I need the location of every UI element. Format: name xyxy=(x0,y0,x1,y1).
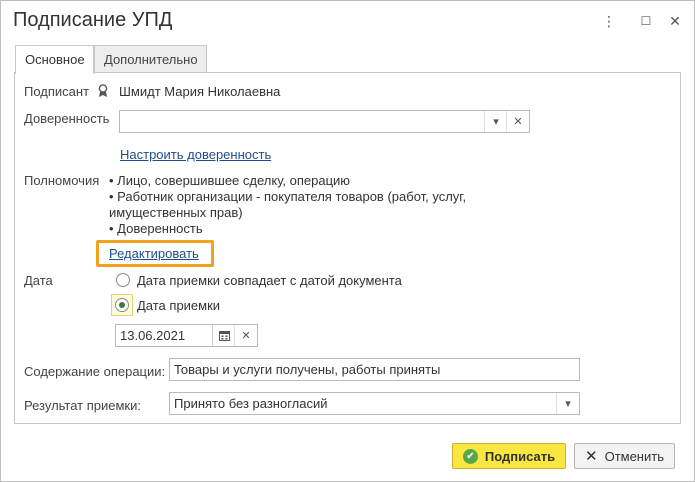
date-option-2-label[interactable]: Дата приемки xyxy=(137,298,220,313)
sign-button[interactable]: ✔ Подписать xyxy=(452,443,566,469)
powers-line: имущественных прав) xyxy=(109,205,243,220)
powers-line: • Лицо, совершившее сделку, операцию xyxy=(109,173,351,188)
date-value: 13.06.2021 xyxy=(120,328,186,343)
date-label: Дата xyxy=(24,273,53,288)
close-icon[interactable]: ✕ xyxy=(666,12,684,30)
dialog-title: Подписание УПД xyxy=(13,9,173,31)
close-icon: ✕ xyxy=(585,448,598,465)
poa-field[interactable]: ▾ ✕ xyxy=(119,110,530,133)
result-label: Результат приемки: xyxy=(24,398,141,413)
sign-button-label: Подписать xyxy=(484,448,556,464)
date-field[interactable]: 13.06.2021 ✕ xyxy=(115,324,258,347)
powers-label: Полномочия xyxy=(24,173,100,188)
configure-poa-link[interactable]: Настроить доверенность xyxy=(120,147,271,162)
check-icon: ✔ xyxy=(462,448,478,464)
poa-label: Доверенность xyxy=(24,111,110,126)
chevron-down-icon[interactable]: ▾ xyxy=(484,111,507,132)
cancel-button[interactable]: ✕ Отменить xyxy=(574,443,675,469)
signer-label: Подписант xyxy=(24,84,90,99)
maximize-icon[interactable]: ☐ xyxy=(637,12,655,30)
person-stamp-icon xyxy=(98,84,108,97)
result-value: Принято без разногласий xyxy=(174,396,328,411)
powers-line: • Работник организации - покупателя това… xyxy=(109,189,467,204)
edit-powers-link[interactable]: Редактировать xyxy=(109,246,199,261)
date-option-1-label[interactable]: Дата приемки совпадает с датой документа xyxy=(137,273,402,288)
calendar-icon[interactable] xyxy=(212,325,235,346)
signer-value: Шмидт Мария Николаевна xyxy=(119,84,281,99)
date-option-2-radio[interactable] xyxy=(115,298,129,312)
chevron-down-icon[interactable]: ▾ xyxy=(556,393,579,414)
tab-additional[interactable]: Дополнительно xyxy=(94,45,207,72)
clear-date-icon[interactable]: ✕ xyxy=(234,325,257,346)
cancel-button-label: Отменить xyxy=(604,448,664,464)
dialog-window: Подписание УПД ⋮ ☐ ✕ Основное Дополнител… xyxy=(0,0,695,482)
result-select[interactable]: Принято без разногласий ▾ xyxy=(169,392,580,415)
operation-field[interactable]: Товары и услуги получены, работы приняты xyxy=(169,358,580,381)
powers-line: • Доверенность xyxy=(109,221,203,236)
tab-main[interactable]: Основное xyxy=(15,45,94,74)
operation-value: Товары и услуги получены, работы приняты xyxy=(174,362,441,377)
date-option-1-radio[interactable] xyxy=(116,273,130,287)
operation-label: Содержание операции: xyxy=(24,364,166,379)
more-icon[interactable]: ⋮ xyxy=(600,12,618,30)
clear-icon[interactable]: ✕ xyxy=(506,111,529,132)
